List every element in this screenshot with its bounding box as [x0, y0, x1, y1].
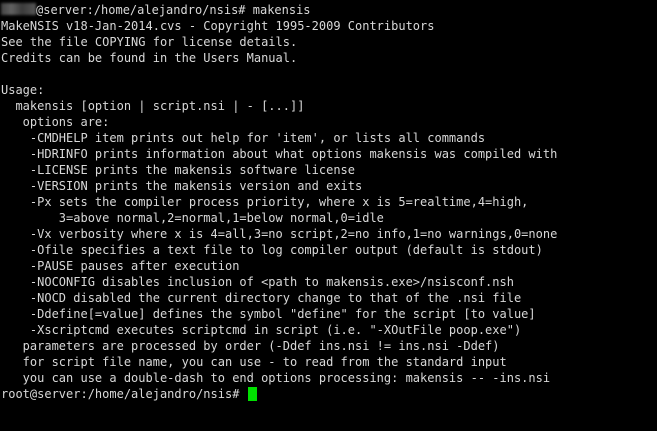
- output-line: parameters are processed by order (-Ddef…: [1, 339, 500, 353]
- output-line: -LICENSE prints the makensis software li…: [1, 163, 356, 177]
- first-prompt-text: @server:/home/alejandro/nsis# makensis: [36, 3, 311, 17]
- output-line: -CMDHELP item prints out help for 'item'…: [1, 131, 486, 145]
- output-line: -PAUSE pauses after execution: [1, 259, 240, 273]
- output-line: makensis [option | script.nsi | - [...]]: [1, 99, 305, 113]
- output-line: -HDRINFO prints information about what o…: [1, 147, 558, 161]
- output-line: options are:: [1, 115, 110, 129]
- output-line: -Ddefine[=value] defines the symbol "def…: [1, 307, 536, 321]
- output-line: -NOCD disabled the current directory cha…: [1, 291, 522, 305]
- output-line: for script file name, you can use - to r…: [1, 355, 507, 369]
- first-prompt-line: @server:/home/alejandro/nsis# makensis: [0, 2, 657, 18]
- output-line: -VERSION prints the makensis version and…: [1, 179, 363, 193]
- redacted-username: [1, 3, 36, 15]
- cursor-block: [247, 387, 257, 401]
- output-line: -Xscriptcmd executes scriptcmd in script…: [1, 323, 522, 337]
- output-line: -Ofile specifies a text file to log comp…: [1, 243, 543, 257]
- output-line: Credits can be found in the Users Manual…: [1, 51, 298, 65]
- current-prompt-line[interactable]: root@server:/home/alejandro/nsis#: [0, 386, 657, 402]
- output-line: you can use a double-dash to end options…: [1, 371, 551, 385]
- output-line: MakeNSIS v18-Jan-2014.cvs - Copyright 19…: [1, 19, 435, 33]
- output-line: -Px sets the compiler process priority, …: [1, 195, 529, 209]
- terminal-window[interactable]: @server:/home/alejandro/nsis# makensis M…: [0, 0, 657, 431]
- output-line: See the file COPYING for license details…: [1, 35, 298, 49]
- output-line: -Vx verbosity where x is 4=all,3=no scri…: [1, 227, 558, 241]
- current-prompt-text: root@server:/home/alejandro/nsis#: [1, 387, 247, 401]
- output-line: Usage:: [1, 83, 45, 97]
- output-line: 3=above normal,2=normal,1=below normal,0…: [1, 211, 384, 225]
- output-line: -NOCONFIG disables inclusion of <path to…: [1, 275, 514, 289]
